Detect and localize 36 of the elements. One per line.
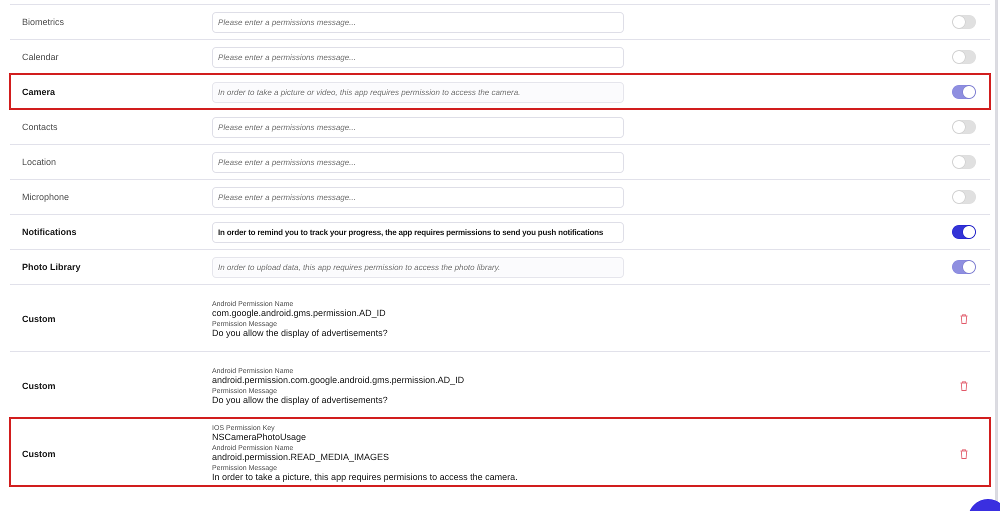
permission-label: Calendar (22, 52, 60, 62)
toggle-switch[interactable] (952, 190, 976, 204)
permission-label: Custom (22, 314, 56, 324)
delete-button[interactable] (958, 448, 970, 460)
field-value: com.google.android.gms.permission.AD_ID (212, 308, 387, 318)
toggle-switch[interactable] (952, 15, 976, 29)
toggle-switch[interactable] (952, 50, 976, 64)
field-value: In order to take a picture, this app requires permisions to access the camera. (212, 472, 519, 482)
permission-label: Location (22, 157, 58, 167)
permission-label: Custom (22, 448, 56, 458)
toggle-switch[interactable] (952, 120, 976, 134)
message-field[interactable]: Please enter a permissions message... (212, 12, 624, 32)
field-value: Do you allow the display of advertisements? (212, 328, 389, 338)
trash-icon (958, 380, 970, 392)
message-field[interactable]: In order to remind you to track your progress, the app requires permissions to send you push notifications (212, 222, 624, 242)
message-field[interactable]: Please enter a permissions message... (212, 116, 624, 138)
toggle-switch[interactable] (952, 225, 976, 239)
trash-icon (958, 448, 970, 460)
delete-button[interactable] (958, 313, 970, 325)
permission-label: Camera (22, 87, 56, 97)
permission-label: Contacts (22, 122, 59, 132)
permission-label: Photo Library (22, 262, 82, 272)
message-field[interactable]: Please enter a permissions message... (212, 186, 624, 208)
field-value: android.permission.com.google.android.gms.permission.AD_ID (212, 374, 466, 384)
field-value: Do you allow the display of advertisements? (212, 394, 389, 404)
trash-icon (958, 313, 970, 325)
permission-label: Notifications (22, 227, 78, 237)
permission-label: Biometrics (22, 17, 66, 27)
permission-label: Custom (22, 381, 56, 391)
field-value: android.permission.READ_MEDIA_IMAGES (212, 452, 390, 462)
toggle-switch[interactable] (952, 155, 976, 169)
field-value: NSCameraPhotoUsage (212, 432, 308, 442)
delete-button[interactable] (958, 380, 970, 392)
permission-label: Microphone (22, 192, 70, 202)
message-field[interactable]: Please enter a permissions message... (212, 46, 624, 68)
message-field[interactable]: Please enter a permissions message... (212, 152, 624, 172)
